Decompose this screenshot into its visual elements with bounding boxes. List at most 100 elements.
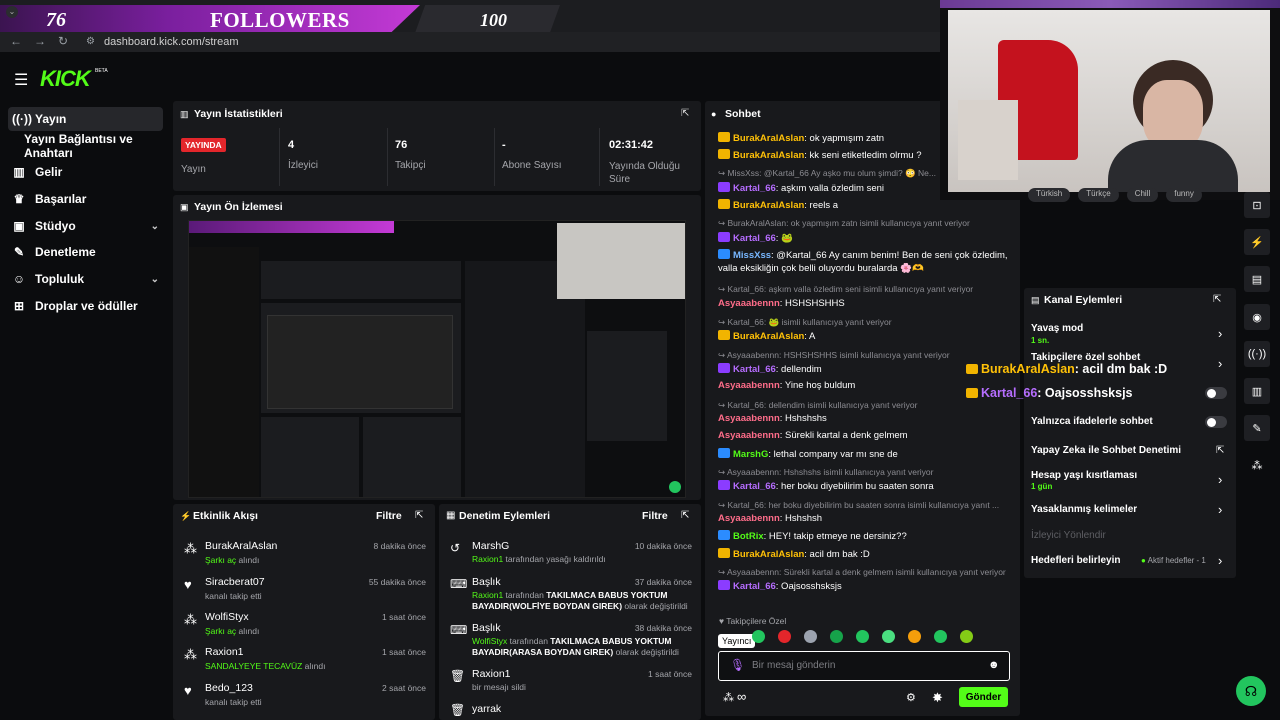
screen-icon[interactable]: ⊡ — [1244, 192, 1270, 218]
broadcast-icon[interactable]: ((·)) — [1244, 341, 1270, 367]
chat-message-continuation[interactable]: valla eksikliğin çok belli oluyordu bura… — [718, 263, 1010, 275]
chat-username[interactable]: BotRix — [733, 531, 764, 542]
users-icon[interactable]: ⁂ — [1244, 452, 1270, 478]
stream-preview-video[interactable] — [188, 220, 686, 498]
chat-username[interactable]: Asyaaabennn — [718, 298, 780, 309]
chat-username[interactable]: Asyaaabennn — [718, 430, 780, 441]
emote-icon[interactable] — [960, 630, 973, 643]
tag[interactable]: Türkish — [1028, 188, 1071, 202]
activity-filter-button[interactable]: Filtre — [376, 510, 402, 522]
wrench-icon[interactable]: ✎ — [1244, 415, 1270, 441]
chat-username[interactable]: BurakAralAslan — [733, 200, 804, 211]
list-item[interactable]: 🗑 Raxion1 bir mesajı sildi 1 saat önce — [446, 663, 698, 697]
chat-username[interactable]: MissXss — [733, 250, 771, 261]
sidebar-item-yayin[interactable]: ((·)) Yayın — [8, 107, 163, 131]
emote-icon[interactable] — [856, 630, 869, 643]
chat-message[interactable]: Asyaaabennn: Hshshshs — [718, 413, 1010, 425]
chat-username[interactable]: Asyaaabennn — [718, 380, 780, 391]
chat-message[interactable]: BotRix: HEY! takip etmeye ne dersiniz?? — [718, 530, 1010, 543]
list-item[interactable]: ⌨ Başlık WolfiStyx tarafından TAKILMACA … — [446, 617, 698, 661]
tag[interactable]: funny — [1166, 188, 1202, 202]
chat-message[interactable]: Asyaaabennn: Sürekli kartal a denk gelme… — [718, 430, 1010, 442]
emote-icon[interactable] — [908, 630, 921, 643]
dropdown-chevron-icon[interactable]: ⌄ — [6, 6, 18, 18]
chat-icon[interactable]: ◉ — [1244, 304, 1270, 330]
popout-icon[interactable]: ⇱ — [681, 108, 689, 119]
chat-message[interactable]: BurakAralAslan: reels a — [718, 199, 1010, 212]
list-item[interactable]: ♥ Siracberat07 kanalı takip etti 55 daki… — [180, 571, 432, 605]
chevron-right-icon[interactable]: › — [1218, 326, 1222, 341]
menu-icon[interactable]: ☰ — [14, 70, 28, 90]
chat-reply-context[interactable]: ↪ BurakAralAslan: ok yapmışım zatn isiml… — [718, 217, 1010, 229]
popout-icon[interactable]: ⇱ — [415, 510, 423, 521]
sidebar-item-studyo[interactable]: ▣ Stüdyo ⌄ — [8, 214, 163, 238]
ai-moderation-label[interactable]: Yapay Zeka ile Sohbet Denetimi — [1031, 445, 1181, 456]
moderation-filter-button[interactable]: Filtre — [642, 510, 668, 522]
chat-message[interactable]: Kartal_66: 🐸 — [718, 232, 1010, 245]
chat-reply-context[interactable]: ↪ Asyaaabennn: HSHSHSHHS isimli kullanıc… — [718, 349, 1010, 361]
banned-words-label[interactable]: Yasaklanmış kelimeler — [1031, 504, 1137, 515]
chat-username[interactable]: Kartal_66 — [733, 481, 776, 492]
emote-icon[interactable] — [778, 630, 791, 643]
chat-username[interactable]: Kartal_66 — [733, 183, 776, 194]
subscribers-only-toggle[interactable] — [1205, 387, 1227, 399]
emote-only-toggle[interactable] — [1205, 416, 1227, 428]
chat-message[interactable]: Kartal_66: Oajsosshsksjs — [718, 580, 1010, 593]
sidebar-item-stream-key[interactable]: Yayın Bağlantısı ve Anahtarı — [20, 132, 170, 160]
chat-username[interactable]: Kartal_66 — [733, 581, 776, 592]
list-item[interactable]: 🗑 yarrak — [446, 699, 698, 719]
emoji-icon[interactable]: ☻ — [988, 659, 1000, 671]
bolt-icon[interactable]: ⚡ — [1244, 229, 1270, 255]
list-item[interactable]: ⌨ Başlık Raxion1 tarafından TAKILMACA BA… — [446, 571, 698, 615]
chat-reply-context[interactable]: ↪ Asyaaabennn: Sürekli kartal a denk gel… — [718, 566, 1010, 578]
goals-label[interactable]: Hedefleri belirleyin — [1031, 555, 1120, 566]
chat-username[interactable]: Kartal_66 — [733, 364, 776, 375]
chat-message[interactable]: Kartal_66: her boku diyebilirim bu saate… — [718, 480, 1010, 493]
chat-message[interactable]: BurakAralAslan: A — [718, 330, 1010, 343]
chat-username[interactable]: MarshG — [733, 449, 768, 460]
site-info-icon[interactable]: ⚙ — [86, 36, 95, 47]
chat-reply-context[interactable]: ↪ Kartal_66: dellendim isimli kullanıcıy… — [718, 399, 1010, 411]
mic-icon[interactable]: 🎙 — [730, 658, 745, 672]
popout-icon[interactable]: ⇱ — [681, 510, 689, 521]
url-text[interactable]: dashboard.kick.com/stream — [104, 36, 239, 48]
chat-message[interactable]: Asyaaabennn: Hshshsh — [718, 513, 1010, 525]
chat-message[interactable]: BurakAralAslan: acil dm bak :D — [718, 547, 1010, 561]
emote-icon[interactable] — [934, 630, 947, 643]
list-item[interactable]: ⁂ WolfiStyx Şarkı aç alındı 1 saat önce — [180, 606, 432, 640]
emote-icon[interactable] — [752, 630, 765, 643]
chat-username[interactable]: Asyaaabennn — [718, 513, 780, 524]
send-button[interactable]: Gönder — [959, 687, 1008, 707]
chat-username[interactable]: Asyaaabennn — [718, 413, 780, 424]
sidebar-item-droplar[interactable]: ⊞ Droplar ve ödüller — [8, 294, 163, 318]
chevron-right-icon[interactable]: › — [1218, 472, 1222, 487]
emote-only-label[interactable]: Yalnızca ifadelerle sohbet — [1031, 416, 1153, 427]
support-icon[interactable]: ☊ — [1236, 676, 1266, 706]
chat-username[interactable]: BurakAralAslan — [733, 549, 804, 560]
chat-message[interactable]: MarshG: lethal company var mı sne de — [718, 447, 1010, 461]
kick-logo[interactable]: KICK — [40, 66, 91, 92]
emote-icon[interactable] — [882, 630, 895, 643]
reload-icon[interactable]: ↻ — [58, 34, 68, 48]
chat-reply-context[interactable]: ↪ Kartal_66: 🐸 isimli kullanıcıya yanıt … — [718, 316, 1010, 328]
chat-message[interactable]: Asyaaabennn: HSHSHSHHS — [718, 298, 1010, 310]
slow-mode-label[interactable]: Yavaş mod — [1031, 323, 1083, 334]
list-item[interactable]: ⁂ BurakAralAslan Şarkı aç alındı 8 dakik… — [180, 535, 432, 569]
chat-username[interactable]: BurakAralAslan — [733, 331, 804, 342]
emote-icon[interactable] — [830, 630, 843, 643]
popout-icon[interactable]: ⇱ — [1213, 294, 1221, 305]
list-item[interactable]: ⁂ Raxion1 SANDALYEYE TECAVÜZ alındı 1 sa… — [180, 641, 432, 675]
chat-username[interactable]: BurakAralAslan — [733, 150, 804, 161]
chat-reply-context[interactable]: ↪ Kartal_66: aşkım valla özledim seni is… — [718, 283, 1010, 295]
chevron-right-icon[interactable]: › — [1218, 502, 1222, 517]
chat-input[interactable]: Bir mesaj gönderin — [752, 660, 835, 671]
emote-icon[interactable] — [804, 630, 817, 643]
infinity-label[interactable]: ∞ — [737, 689, 746, 704]
list-item[interactable]: ♥ Bedo_123 kanalı takip etti 2 saat önce — [180, 677, 432, 711]
actions-icon[interactable]: ▥ — [1244, 378, 1270, 404]
chat-username[interactable]: BurakAralAslan — [733, 133, 804, 144]
users-icon[interactable]: ⁂ — [723, 691, 734, 704]
tag[interactable]: Türkçe — [1078, 188, 1119, 202]
account-age-label[interactable]: Hesap yaşı kısıtlaması — [1031, 470, 1137, 481]
tag[interactable]: Chill — [1126, 188, 1159, 202]
